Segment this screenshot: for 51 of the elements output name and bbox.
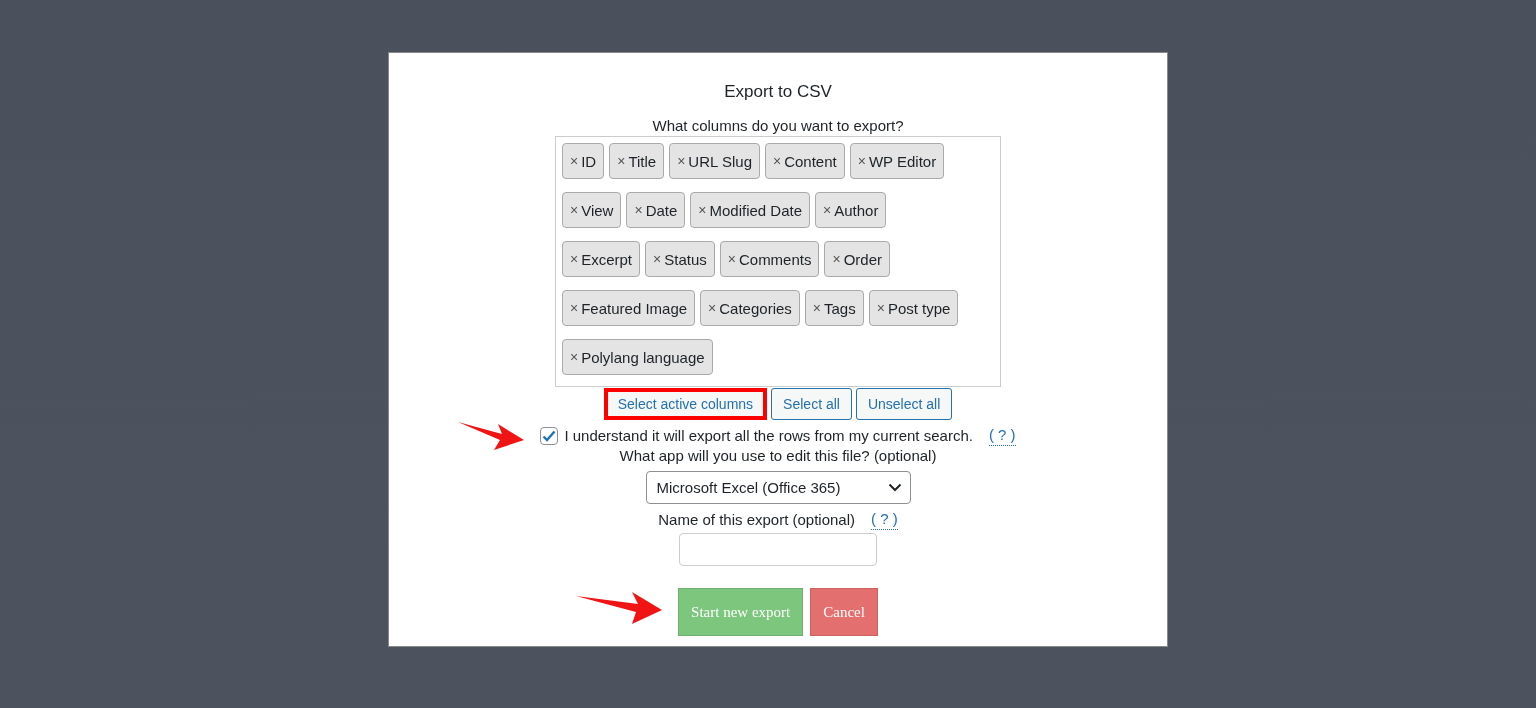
remove-tag-icon[interactable]: × [832, 251, 841, 267]
remove-tag-icon[interactable]: × [876, 300, 885, 316]
tag-label: Featured Image [581, 299, 688, 317]
remove-tag-icon[interactable]: × [653, 251, 662, 267]
name-input-field[interactable] [679, 533, 877, 566]
remove-tag-icon[interactable]: × [857, 153, 866, 169]
columns-field[interactable]: × ID × Title × URL Slug × Content × WP Editor × View × Date × Modified Date × Author × Excerpt × Status × Comments × Order × Featured Image × Categories × Tags × Post type × Polylang language [555, 136, 1001, 387]
columns-prompt: What columns do you want to export? [652, 116, 904, 136]
remove-tag-icon[interactable]: × [634, 202, 643, 218]
tag-label: Post type [887, 299, 951, 317]
tag-label: Modified Date [709, 201, 803, 219]
remove-tag-icon[interactable]: × [823, 202, 832, 218]
remove-tag-icon[interactable]: × [708, 300, 717, 316]
tag-label: URL Slug [688, 152, 752, 170]
tag-label: Polylang language [581, 348, 705, 366]
remove-tag-icon[interactable]: × [570, 251, 579, 267]
remove-tag-icon[interactable]: × [570, 349, 579, 365]
help-link[interactable]: ( ? ) [871, 509, 898, 530]
remove-tag-icon[interactable]: × [570, 153, 579, 169]
remove-tag-icon[interactable]: × [698, 202, 707, 218]
tag-label: Author [834, 201, 879, 219]
remove-tag-icon[interactable]: × [617, 153, 626, 169]
remove-tag-icon[interactable]: × [677, 153, 686, 169]
checkbox[interactable] [540, 426, 559, 445]
tag-label: View [581, 201, 614, 219]
tag-label: Excerpt [581, 250, 633, 268]
remove-tag-icon[interactable]: × [727, 251, 736, 267]
column-select-button[interactable]: Select active columns [603, 388, 768, 420]
dialog-title: Export to CSV [724, 82, 832, 102]
app-select[interactable]: Microsoft Excel (Office 365) [645, 471, 911, 504]
confirm-label: I understand it will export all the rows from my current search. [564, 425, 973, 446]
chevron-down-icon [887, 483, 902, 492]
remove-tag-icon[interactable]: × [570, 202, 579, 218]
tag-label: Date [645, 201, 678, 219]
help-link[interactable]: ( ? ) [988, 425, 1016, 446]
app-prompt: What app will you use to edit this file? (optional) [619, 446, 937, 466]
column-select-button[interactable]: Unselect all [855, 388, 953, 420]
tag-label: Title [628, 152, 657, 170]
remove-tag-icon[interactable]: × [812, 300, 821, 316]
column-select-button[interactable]: Select all [771, 388, 852, 420]
tag-label: WP Editor [868, 152, 937, 170]
name-prompt: Name of this export (optional) [658, 509, 856, 530]
tag-label: Content [784, 152, 837, 170]
tag-label: Status [664, 250, 707, 268]
remove-tag-icon[interactable]: × [570, 300, 579, 316]
tag-label: Comments [738, 250, 812, 268]
tag-label: Categories [719, 299, 792, 317]
remove-tag-icon[interactable]: × [773, 153, 782, 169]
tag-label: ID [581, 152, 597, 170]
tag-label: Order [843, 250, 882, 268]
tag-label: Tags [824, 299, 856, 317]
